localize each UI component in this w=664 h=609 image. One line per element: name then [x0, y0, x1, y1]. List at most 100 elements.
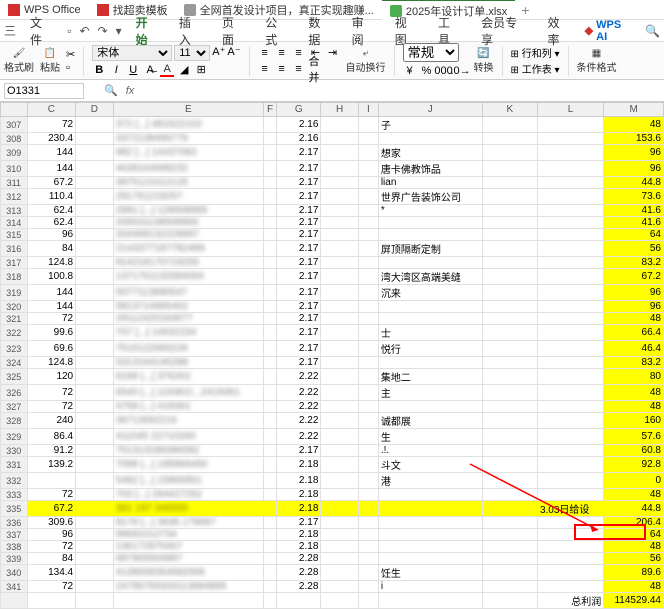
table-row[interactable]: 336309.68178 [...] 3636 1796972.17206.4 — [1, 517, 664, 529]
cell[interactable] — [76, 489, 114, 501]
cell[interactable] — [537, 541, 603, 553]
cell[interactable]: 48 — [604, 117, 664, 133]
cell[interactable] — [76, 517, 114, 529]
align-left-icon[interactable]: ≡ — [258, 62, 272, 76]
cell[interactable]: 64 — [604, 229, 664, 241]
cell[interactable]: 2.18 — [277, 489, 321, 501]
cell[interactable] — [358, 285, 378, 301]
cell[interactable] — [537, 177, 603, 189]
cell[interactable]: 主 — [378, 385, 482, 401]
cell[interactable]: 325 — [1, 369, 28, 385]
cell[interactable]: 2.28 — [277, 565, 321, 581]
cell[interactable]: 57.6 — [604, 429, 664, 445]
cell[interactable]: 2.28 — [277, 581, 321, 593]
undo-icon[interactable]: ↶ — [79, 24, 89, 38]
search-icon[interactable]: 🔍 — [645, 24, 660, 38]
cell[interactable] — [482, 133, 537, 145]
cell[interactable]: 144 — [27, 161, 76, 177]
cell[interactable]: 2.17 — [277, 269, 321, 285]
cell[interactable] — [537, 325, 603, 341]
cell[interactable]: 2.22 — [277, 369, 321, 385]
cell[interactable] — [537, 401, 603, 413]
cell[interactable]: * — [378, 205, 482, 217]
cell[interactable]: 64 — [604, 529, 664, 541]
cell[interactable] — [537, 473, 603, 489]
cell[interactable] — [76, 301, 114, 313]
cell[interactable]: 230.4 — [27, 133, 76, 145]
cell[interactable] — [358, 593, 378, 609]
cell[interactable]: 56 — [604, 241, 664, 257]
table-row[interactable]: 317124.88142181707192552.1783.2 — [1, 257, 664, 269]
cell[interactable] — [263, 457, 276, 473]
cell[interactable] — [76, 457, 114, 473]
cell[interactable] — [321, 501, 359, 517]
cell[interactable] — [76, 357, 114, 369]
cell[interactable]: 2.28 — [277, 553, 321, 565]
cell[interactable] — [76, 593, 114, 609]
cell[interactable] — [321, 341, 359, 357]
menu-review[interactable]: 审阅 — [346, 14, 381, 48]
cell[interactable]: 48 — [604, 385, 664, 401]
cell[interactable] — [482, 177, 537, 189]
cell[interactable]: 67.2 — [27, 177, 76, 189]
table-row[interactable]: 3325482 [...] 158658512.18港0 — [1, 473, 664, 489]
cell[interactable]: 361 197 346500 — [113, 501, 263, 517]
cell[interactable]: 56 — [604, 553, 664, 565]
cell[interactable]: 144 — [27, 145, 76, 161]
indent-inc-icon[interactable]: ⇥ — [326, 46, 340, 60]
cell[interactable] — [1, 593, 28, 609]
cell[interactable] — [321, 489, 359, 501]
cell[interactable] — [321, 541, 359, 553]
cell[interactable] — [537, 189, 603, 205]
cell[interactable]: 62.4 — [27, 217, 76, 229]
merge-button[interactable]: 合并 — [309, 62, 323, 76]
cell[interactable] — [358, 369, 378, 385]
table-row[interactable]: 32299.6707 [...] 146321542.17士66.4 — [1, 325, 664, 341]
cell[interactable]: 3975121012125 — [113, 177, 263, 189]
cell[interactable] — [321, 217, 359, 229]
sheet-button[interactable]: ⊞ 工作表 ▾ — [511, 61, 560, 76]
table-row[interactable]: 31362.42991 [...] 1285089652.17*41.6 — [1, 205, 664, 217]
table-row[interactable]: 31167.239751210121252.17lian44.8 — [1, 177, 664, 189]
cell[interactable] — [76, 241, 114, 257]
cell[interactable]: 332 — [1, 473, 28, 489]
cell[interactable] — [358, 553, 378, 565]
cell[interactable]: 4758 [...] 419361 — [113, 401, 263, 413]
table-row[interactable]: 32172291124201646772.1748 — [1, 313, 664, 325]
cell[interactable]: 703 [...] 184427252 — [113, 489, 263, 501]
align-bot-icon[interactable]: ≡ — [292, 46, 306, 60]
menu-insert[interactable]: 插入 — [173, 14, 208, 48]
cell[interactable]: 2143377187782489 — [113, 241, 263, 257]
cell[interactable] — [482, 489, 537, 501]
cell[interactable] — [321, 133, 359, 145]
cell[interactable] — [76, 413, 114, 429]
cell[interactable]: 5813714995462 — [113, 301, 263, 313]
menu-efficiency[interactable]: 效率 — [541, 14, 576, 48]
cell[interactable]: 114529.44 — [604, 593, 664, 609]
table-row[interactable]: 32369.675151226652262.17悦行46.4 — [1, 341, 664, 357]
cell[interactable] — [263, 473, 276, 489]
cell[interactable]: 集地二 — [378, 369, 482, 385]
cell[interactable] — [358, 473, 378, 489]
cell[interactable] — [378, 229, 482, 241]
cell[interactable] — [321, 189, 359, 205]
table-row[interactable]: 31014446391646982322.17唐卡佛教饰品96 — [1, 161, 664, 177]
table-row[interactable]: 328240367135922162.22诚都展160 — [1, 413, 664, 429]
dec-inc-icon[interactable]: .0→ — [454, 64, 468, 78]
cell[interactable]: 124.8 — [27, 357, 76, 369]
cell[interactable] — [378, 133, 482, 145]
cell[interactable]: 2.17 — [277, 257, 321, 269]
cell[interactable]: 2.17 — [277, 205, 321, 217]
more-icon[interactable]: ▾ — [116, 24, 122, 38]
rowcol-button[interactable]: ⊞ 行和列 ▾ — [511, 45, 560, 60]
cell[interactable] — [537, 269, 603, 285]
cell[interactable] — [263, 117, 276, 133]
cell[interactable]: 斗文 — [378, 457, 482, 473]
cell[interactable]: 2.22 — [277, 429, 321, 445]
cell[interactable]: 310 — [1, 161, 28, 177]
cell[interactable] — [537, 145, 603, 161]
cell[interactable] — [537, 445, 603, 457]
cell[interactable]: 751313186086082 — [113, 445, 263, 457]
cell[interactable]: 307 — [1, 117, 28, 133]
cell[interactable] — [378, 517, 482, 529]
